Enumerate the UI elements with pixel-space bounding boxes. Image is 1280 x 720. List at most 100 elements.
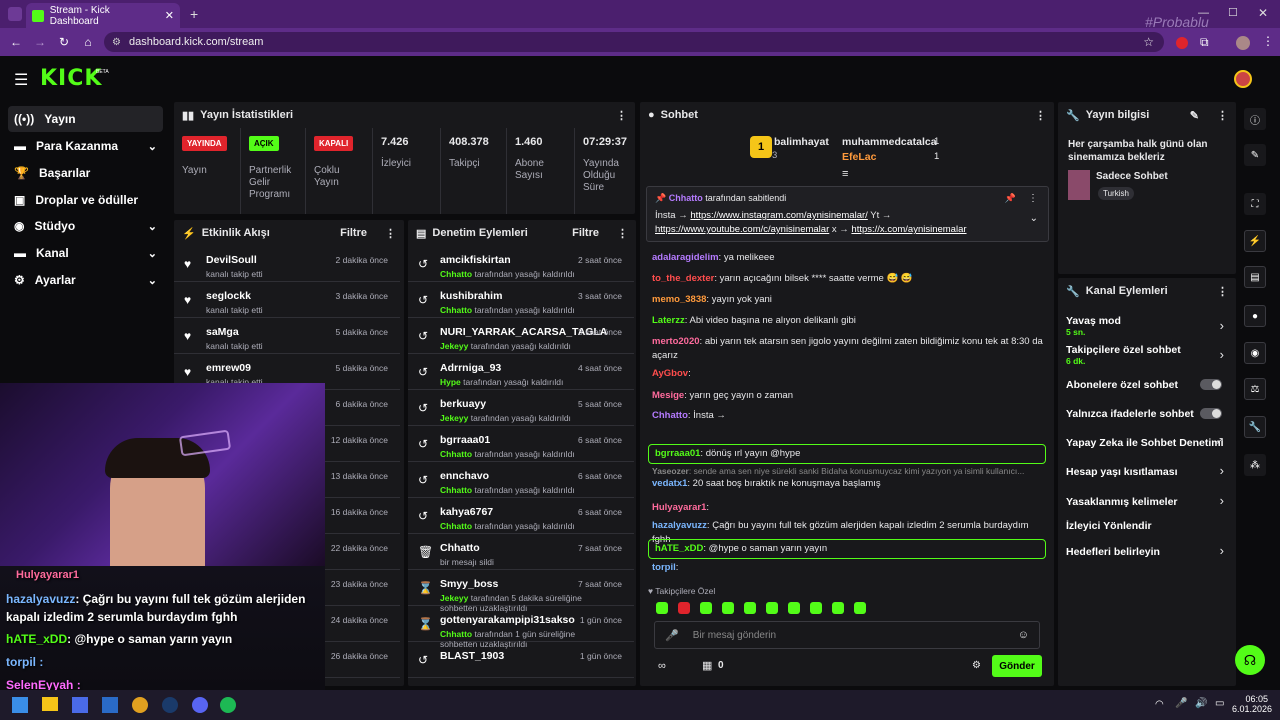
outlook-icon[interactable]: [102, 697, 118, 713]
store-icon[interactable]: [72, 697, 88, 713]
chat-message[interactable]: Hulyayarar1:: [652, 501, 1047, 515]
hamburger-menu-icon[interactable]: ☰: [14, 70, 28, 90]
chevron-down-icon[interactable]: ⌄: [1030, 213, 1038, 224]
moderation-row[interactable]: ↺ ennchavo Chhatto tarafından yasağı kal…: [408, 462, 634, 498]
clipboard-icon[interactable]: ▤: [1244, 266, 1266, 288]
emoji-icon[interactable]: ☺: [1018, 629, 1029, 641]
chevron-right-icon[interactable]: ›: [1220, 493, 1224, 508]
moderation-row[interactable]: ↺ kahya6767 Chhatto tarafından yasağı ka…: [408, 498, 634, 534]
home-icon[interactable]: ⌂: [80, 34, 96, 50]
sidebar-item-basarilar[interactable]: 🏆 Başarılar: [8, 160, 163, 186]
sidebar-item-kanal[interactable]: ▬ Kanal ⌄: [8, 240, 163, 266]
chat-message[interactable]: Chhatto: İnsta →: [652, 409, 1047, 423]
emote[interactable]: [656, 602, 668, 614]
emote-row[interactable]: [656, 602, 1046, 616]
sidebar-item-para-kazanma[interactable]: ▬ Para Kazanma ⌄: [8, 133, 163, 159]
chevron-right-icon[interactable]: ›: [1220, 318, 1224, 333]
file-explorer-icon[interactable]: [42, 697, 58, 711]
top-gifter-name[interactable]: balimhayat: [774, 136, 829, 148]
moderation-row[interactable]: ↺ amcikfiskirtan Chhatto tarafından yasa…: [408, 246, 634, 282]
moderation-icon[interactable]: ⚖: [1244, 378, 1266, 400]
chat-message[interactable]: Yaseozer: sende ama sen niye sürekli san…: [652, 464, 1047, 478]
emote[interactable]: [722, 602, 734, 614]
more-options-icon[interactable]: ⋮: [1217, 109, 1228, 122]
slow-mode-action[interactable]: Yavaş mod 5 sn.: [1066, 315, 1226, 337]
expand-leaderboard-icon[interactable]: ≡: [842, 168, 848, 180]
emote[interactable]: [832, 602, 844, 614]
bookmark-star-icon[interactable]: ☆: [1143, 35, 1154, 49]
account-age-action[interactable]: Hesap yaşı kısıtlaması: [1066, 466, 1226, 478]
emote[interactable]: [744, 602, 756, 614]
category-name[interactable]: Sadece Sohbet: [1096, 171, 1168, 182]
site-info-icon[interactable]: ⚙: [112, 37, 121, 48]
discord-icon[interactable]: [192, 697, 208, 713]
browser-tab[interactable]: Stream - Kick Dashboard ✕: [26, 3, 180, 28]
moderation-row[interactable]: ↺ Adrrniga_93 Hype tarafından yasağı kal…: [408, 354, 634, 390]
unpin-icon[interactable]: 📌: [1005, 193, 1016, 204]
profile-avatar[interactable]: [1236, 36, 1250, 50]
chat-username[interactable]: bgrraaa01: [655, 448, 700, 459]
category-thumbnail[interactable]: [1068, 170, 1090, 200]
back-icon[interactable]: ←: [8, 34, 24, 50]
external-link-icon[interactable]: ↗: [1216, 436, 1224, 447]
mic-tray-icon[interactable]: 🎤: [1175, 698, 1187, 709]
emote-only-toggle[interactable]: [1200, 408, 1222, 419]
info-icon[interactable]: ⓘ: [1244, 108, 1266, 130]
forward-icon[interactable]: →: [32, 34, 48, 50]
chat-input[interactable]: 🎤 Bir mesaj gönderin ☺: [654, 621, 1040, 649]
crop-icon[interactable]: ⛶: [1244, 193, 1266, 215]
more-options-icon[interactable]: ⋮: [1028, 193, 1038, 204]
chat-message[interactable]: vedatx1: 20 saat boş bıraktık ne konuşma…: [652, 477, 1047, 491]
chat-message[interactable]: AyGbov:: [652, 367, 1047, 381]
chat-username[interactable]: Chhatto: [652, 410, 688, 421]
moderation-row[interactable]: ⌛ gottenyarakampipi31sakso Chhatto taraf…: [408, 606, 634, 649]
spotify-icon[interactable]: [220, 697, 236, 713]
ai-moderation-action[interactable]: Yapay Zeka ile Sohbet Denetimi: [1066, 437, 1226, 449]
reload-icon[interactable]: ↻: [56, 34, 72, 50]
minimize-icon[interactable]: —: [1198, 7, 1209, 19]
chat-message[interactable]: memo_3838: yayın yok yani: [652, 293, 1047, 307]
moderation-row[interactable]: ↺ kushibrahim Chhatto tarafından yasağı …: [408, 282, 634, 318]
windows-start-icon[interactable]: [12, 697, 28, 713]
chat-username[interactable]: Laterzz: [652, 315, 685, 326]
chrome-icon[interactable]: [132, 697, 148, 713]
chat-message[interactable]: torpil:: [652, 561, 1047, 575]
microphone-icon[interactable]: 🎤: [665, 629, 679, 642]
user-avatar[interactable]: [1234, 70, 1252, 88]
chat-message[interactable]: hATE_xDD: @hype o saman yarın yayın: [648, 539, 1046, 559]
chevron-right-icon[interactable]: ›: [1220, 543, 1224, 558]
tab-actions-icon[interactable]: [8, 7, 22, 21]
points-icon[interactable]: ▦: [702, 659, 712, 672]
chat-username[interactable]: merto2020: [652, 336, 700, 347]
volume-icon[interactable]: 🔊: [1195, 698, 1207, 709]
top-gifter-2-name[interactable]: muhammedcatalca: [842, 136, 937, 148]
goals-action[interactable]: Hedefleri belirleyin: [1066, 546, 1226, 558]
emote[interactable]: [700, 602, 712, 614]
chat-username[interactable]: torpil: [652, 562, 676, 573]
chat-username[interactable]: Yaseozer: [652, 466, 689, 476]
chat-bubble-icon[interactable]: ●: [1244, 305, 1266, 327]
chat-username[interactable]: Mesige: [652, 390, 684, 401]
filter-button[interactable]: Filtre: [340, 227, 367, 239]
emote[interactable]: [678, 602, 690, 614]
chevron-right-icon[interactable]: ›: [1220, 463, 1224, 478]
sidebar-item-yayin[interactable]: ((•)) Yayın: [8, 106, 163, 132]
more-options-icon[interactable]: ⋮: [616, 109, 627, 122]
chevron-right-icon[interactable]: ›: [1220, 347, 1224, 362]
extension-icon[interactable]: [1176, 37, 1188, 49]
chat-username[interactable]: to_the_dexter: [652, 273, 714, 284]
followers-only-action[interactable]: Takipçilere özel sohbet 6 dk.: [1066, 344, 1226, 366]
moderation-row[interactable]: ↺ NURI_YARRAK_ACARSA_TAGLA Jekeyy tarafı…: [408, 318, 634, 354]
chat-username[interactable]: AyGbov: [652, 368, 688, 379]
browser-menu-icon[interactable]: ⋮: [1262, 34, 1274, 48]
emote[interactable]: [854, 602, 866, 614]
top-gifter-3-name[interactable]: EfeLac: [842, 151, 876, 163]
chat-username[interactable]: adalaragidelim: [652, 252, 719, 263]
emote[interactable]: [766, 602, 778, 614]
moderation-row[interactable]: ↺ bgrraaa01 Chhatto tarafından yasağı ka…: [408, 426, 634, 462]
filter-button[interactable]: Filtre: [572, 227, 599, 239]
more-options-icon[interactable]: ⋮: [1217, 285, 1228, 298]
widgets-icon[interactable]: ⁂: [1244, 454, 1266, 476]
subscribers-only-toggle[interactable]: [1200, 379, 1222, 390]
sidebar-item-studyo[interactable]: ◉ Stüdyo ⌄: [8, 213, 163, 239]
